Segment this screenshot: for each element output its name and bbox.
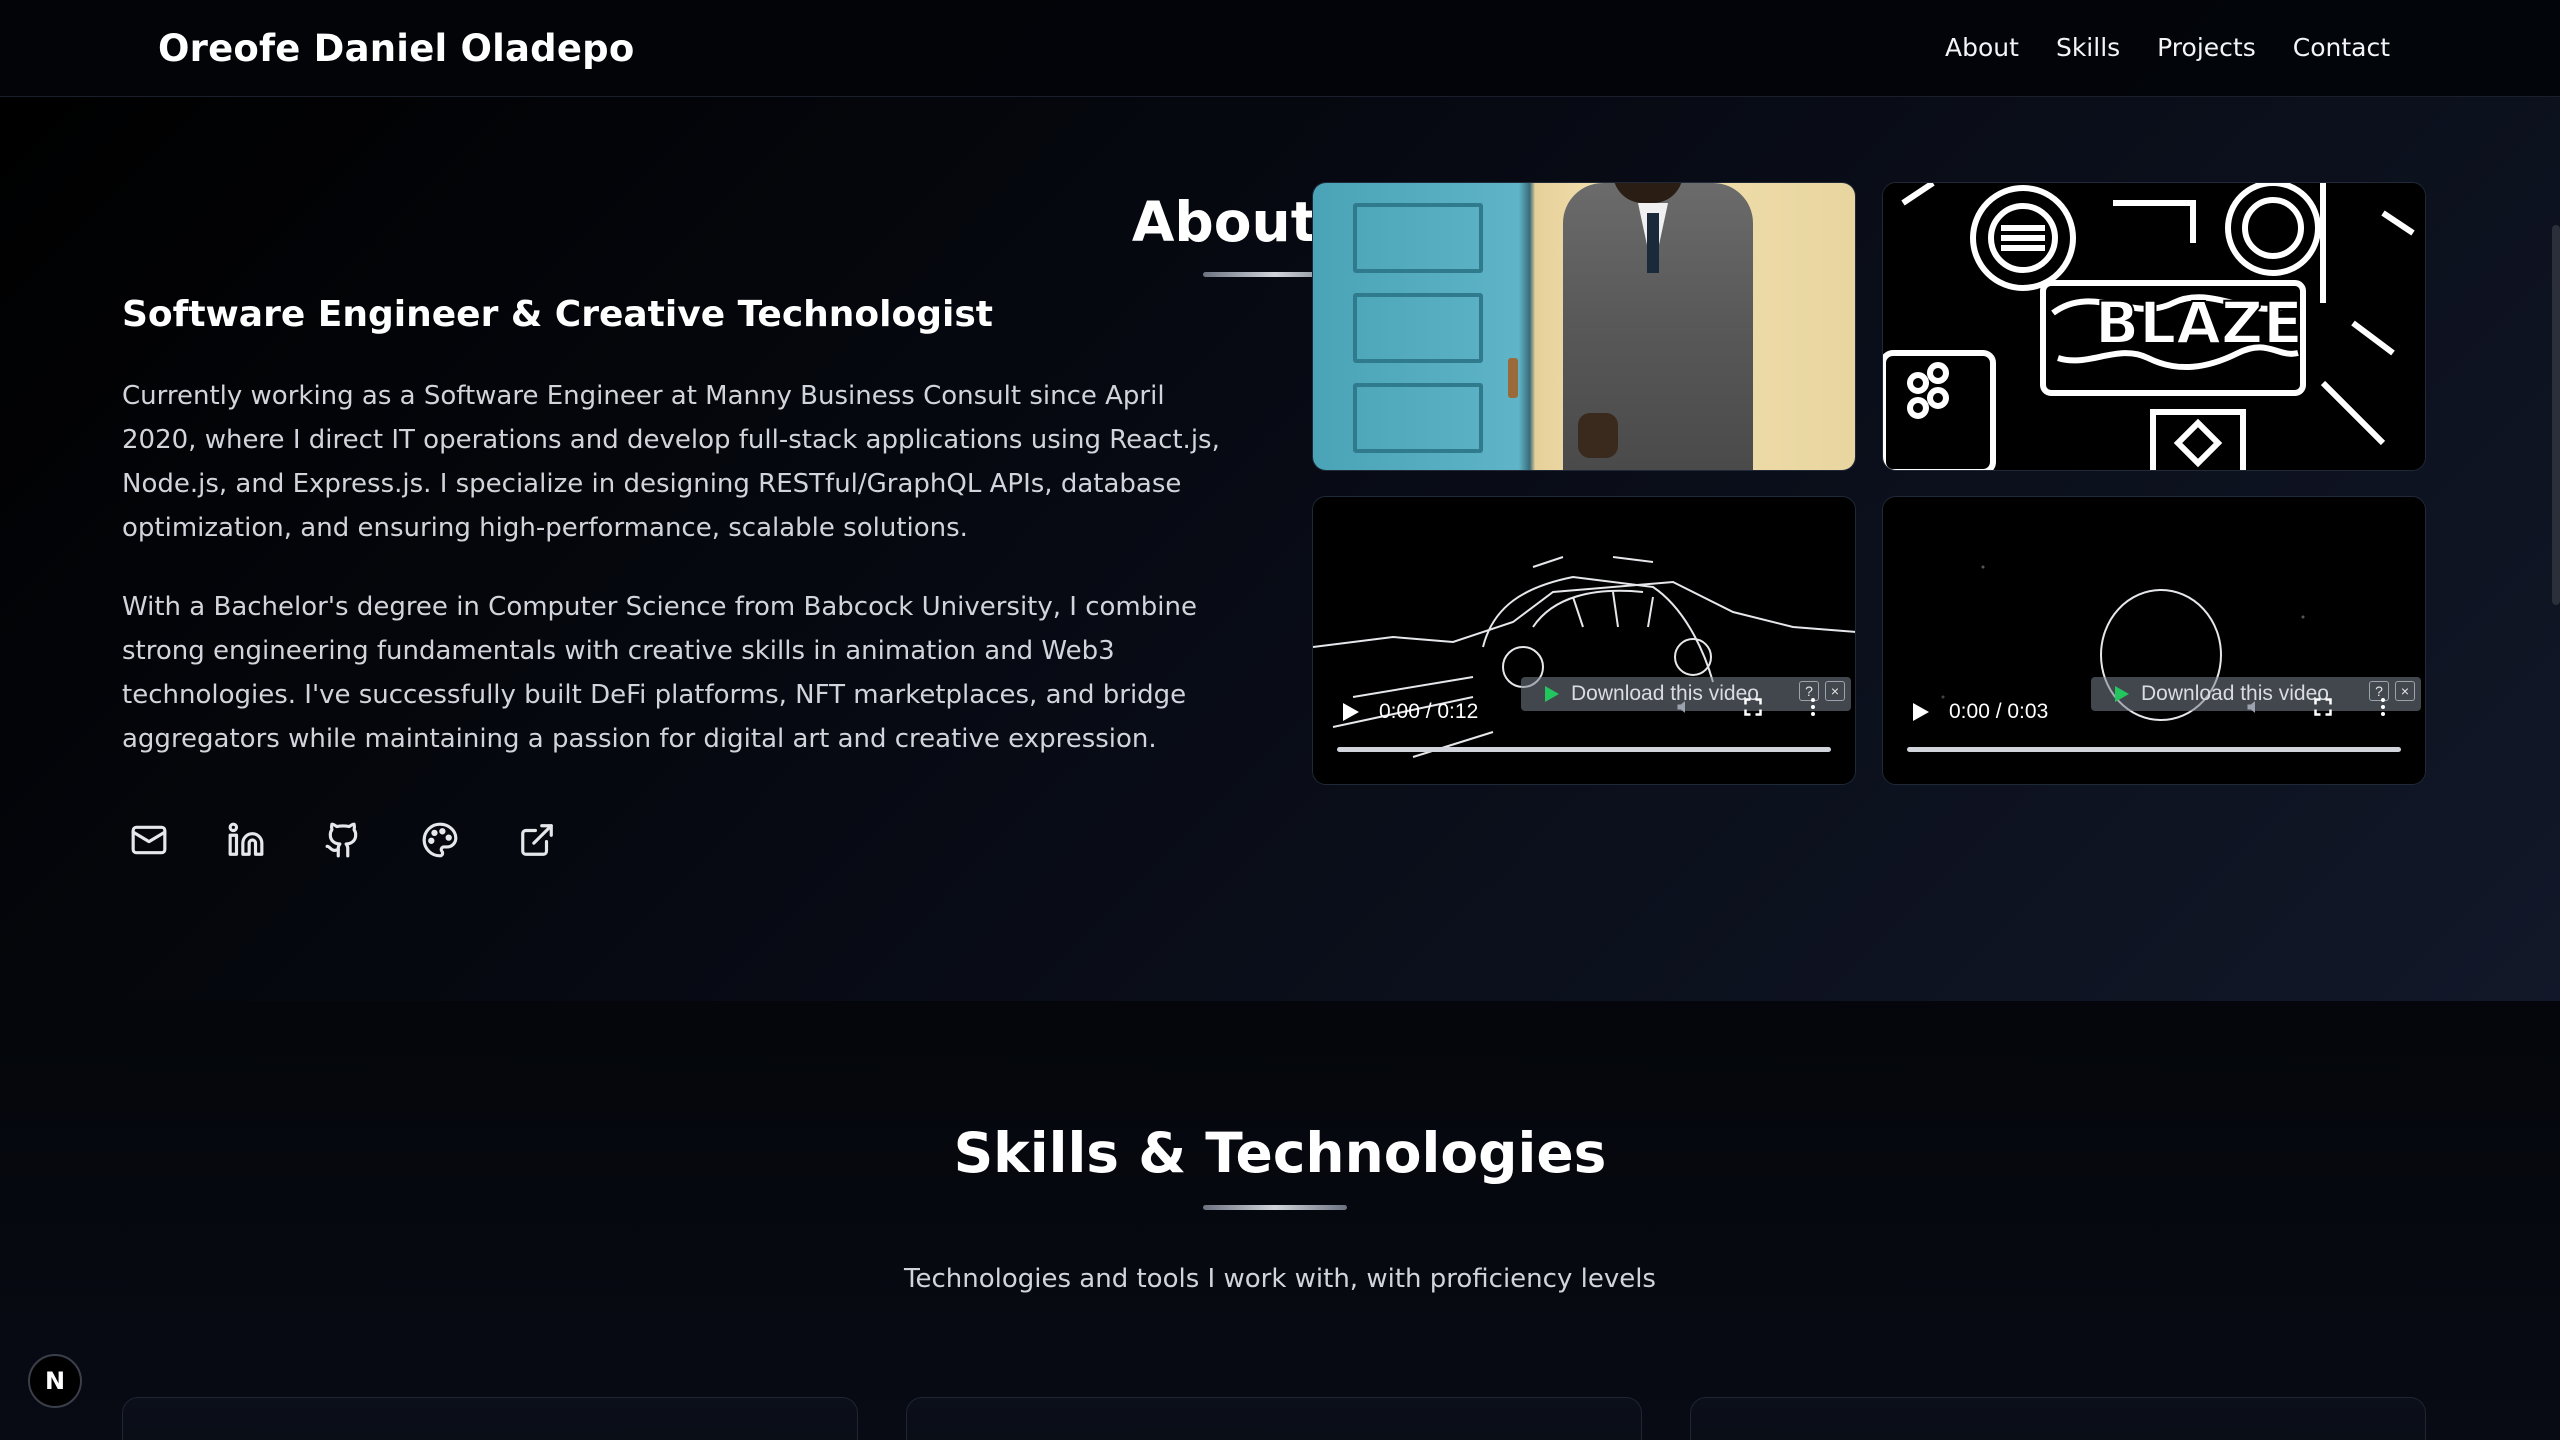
circle-sketch-frame <box>1883 497 2425 784</box>
more-options-icon[interactable] <box>1811 698 1815 716</box>
skills-title: Skills & Technologies <box>953 1121 1607 1185</box>
volume-icon[interactable] <box>2245 697 2265 717</box>
navbar: Oreofe Daniel Oladepo About Skills Proje… <box>0 0 2560 97</box>
about-subtitle: Software Engineer & Creative Technologis… <box>122 294 993 335</box>
play-icon[interactable] <box>1913 703 1929 721</box>
skill-card <box>1690 1397 2426 1440</box>
video-time: 0:00 / 0:03 <box>1949 700 2049 723</box>
mail-icon[interactable] <box>128 819 170 861</box>
car-sketch-frame <box>1313 497 1855 784</box>
door-panel <box>1353 383 1483 453</box>
page-scrollbar[interactable] <box>2552 225 2560 605</box>
video-progress-bar[interactable] <box>1337 747 1831 752</box>
about-paragraph-1: Currently working as a Software Engineer… <box>122 381 1220 543</box>
nav-link-projects[interactable]: Projects <box>2157 33 2256 62</box>
graffiti-artwork: BLAZE <box>1882 182 2426 471</box>
about-paragraph-2: With a Bachelor's degree in Computer Sci… <box>122 592 1197 754</box>
skill-card <box>906 1397 1642 1440</box>
nav-link-contact[interactable]: Contact <box>2293 33 2390 62</box>
video-player-sketch[interactable]: Download this video ? × 0:00 / 0:03 <box>1882 496 2426 785</box>
door-handle <box>1508 358 1518 398</box>
skill-card <box>122 1397 858 1440</box>
linkedin-icon[interactable] <box>225 819 267 861</box>
graffiti-image: BLAZE <box>1883 183 2425 470</box>
nextjs-badge-icon[interactable]: N <box>28 1354 82 1408</box>
video-progress-bar[interactable] <box>1907 747 2401 752</box>
social-links <box>128 819 558 861</box>
nav-links: About Skills Projects Contact <box>1945 33 2390 62</box>
svg-text:BLAZE: BLAZE <box>2095 289 2303 357</box>
external-link-icon[interactable] <box>516 819 558 861</box>
play-icon[interactable] <box>1343 703 1359 721</box>
portrait-photo <box>1312 182 1856 471</box>
github-icon[interactable] <box>322 819 364 861</box>
door-panel <box>1353 203 1483 273</box>
portrait-image <box>1313 183 1855 470</box>
nav-link-about[interactable]: About <box>1945 33 2019 62</box>
door-panel <box>1353 293 1483 363</box>
skills-section: Skills & Technologies Technologies and t… <box>0 1001 2560 1440</box>
fullscreen-icon[interactable] <box>1743 697 1763 717</box>
video-controls: 0:00 / 0:12 <box>1333 697 1835 727</box>
volume-icon[interactable] <box>1675 697 1695 717</box>
video-player-car[interactable]: Download this video ? × 0:00 / 0:12 <box>1312 496 1856 785</box>
skills-title-underline <box>1203 1205 1347 1210</box>
figure-tie <box>1647 213 1659 273</box>
page: Oreofe Daniel Oladepo About Skills Proje… <box>0 0 2560 1440</box>
brand-name[interactable]: Oreofe Daniel Oladepo <box>158 27 634 70</box>
video-controls: 0:00 / 0:03 <box>1903 697 2405 727</box>
skills-description: Technologies and tools I work with, with… <box>904 1264 1656 1294</box>
palette-icon[interactable] <box>419 819 461 861</box>
video-controls-right <box>1675 697 1815 717</box>
nav-link-skills[interactable]: Skills <box>2056 33 2120 62</box>
figure-hand <box>1578 413 1618 458</box>
video-controls-right <box>2245 697 2385 717</box>
video-time: 0:00 / 0:12 <box>1379 700 1479 723</box>
more-options-icon[interactable] <box>2381 698 2385 716</box>
fullscreen-icon[interactable] <box>2313 697 2333 717</box>
